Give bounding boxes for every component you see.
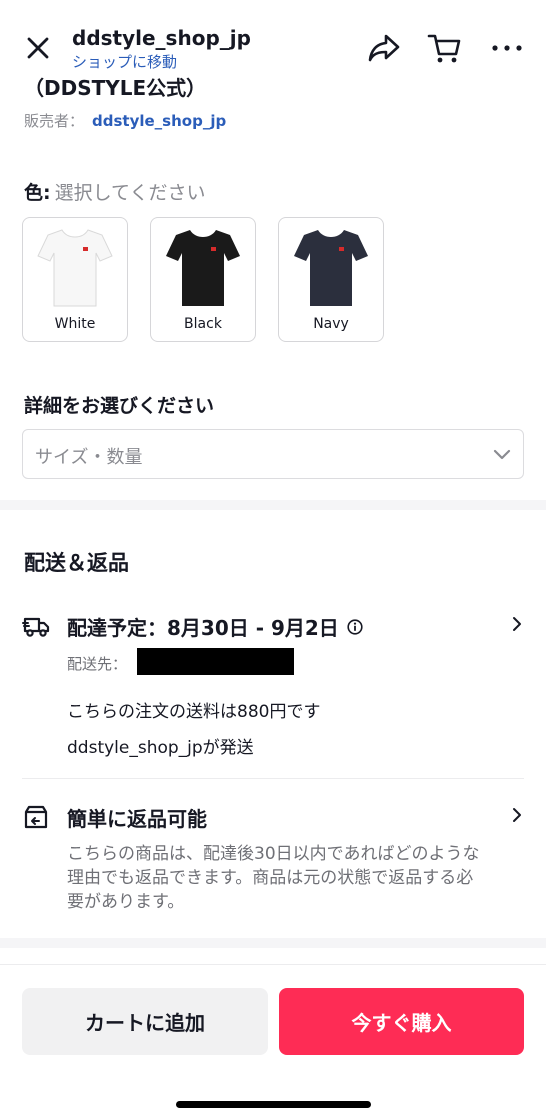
shipping-fee-text: こちらの注文の送料は880円です <box>67 702 321 722</box>
add-to-cart-button[interactable]: カートに追加 <box>22 988 268 1055</box>
cart-button[interactable] <box>427 30 463 66</box>
return-box-icon <box>24 805 48 829</box>
destination-redacted <box>137 648 294 675</box>
color-option-label: White <box>54 316 96 332</box>
color-selector-title: 色: 選択してください <box>24 178 205 205</box>
chevron-right-icon[interactable] <box>508 615 526 633</box>
header: ddstyle_shop_jp ショップに移動 （DDSTYLE公式） <box>0 0 546 100</box>
buy-now-button[interactable]: 今すぐ購入 <box>279 988 524 1055</box>
more-button[interactable] <box>490 30 526 66</box>
tshirt-image <box>166 230 240 306</box>
return-policy-text: こちらの商品は、配達後30日以内であればどのような理由でも返品できます。商品は元… <box>67 844 480 912</box>
row-divider <box>22 778 524 779</box>
color-label: 色: <box>24 182 51 204</box>
section-divider <box>0 500 546 510</box>
color-option-navy[interactable]: Navy <box>278 217 384 342</box>
home-indicator <box>176 1101 371 1108</box>
go-to-shop-link[interactable]: ショップに移動 <box>72 51 177 72</box>
color-option-label: Black <box>184 316 222 332</box>
size-quantity-select[interactable]: サイズ・数量 <box>22 429 524 479</box>
section-divider <box>0 938 546 948</box>
tshirt-image <box>294 230 368 306</box>
seller-link[interactable]: ddstyle_shop_jp <box>92 112 226 130</box>
chevron-down-icon <box>493 449 511 460</box>
color-option-white[interactable]: White <box>22 217 128 342</box>
cart-icon <box>427 34 461 63</box>
more-icon <box>492 45 522 51</box>
shop-name[interactable]: ddstyle_shop_jp <box>72 26 251 50</box>
close-button[interactable] <box>24 34 52 62</box>
color-prompt: 選択してください <box>54 182 206 204</box>
info-icon[interactable] <box>347 618 363 635</box>
seller-row: 販売者： ddstyle_shop_jp <box>24 110 226 131</box>
color-option-black[interactable]: Black <box>150 217 256 342</box>
easy-return-title[interactable]: 簡単に返品可能 <box>67 803 207 832</box>
share-button[interactable] <box>366 30 402 66</box>
share-icon <box>368 34 400 62</box>
seller-label: 販売者： <box>24 112 85 130</box>
details-title: 詳細をお選びください <box>24 395 215 417</box>
select-placeholder: サイズ・数量 <box>35 447 143 468</box>
shipping-section-title: 配送＆返品 <box>24 551 129 575</box>
delivery-truck-icon <box>22 617 50 637</box>
tshirt-image <box>37 229 113 307</box>
chevron-right-icon[interactable] <box>508 806 526 824</box>
shop-subtitle: （DDSTYLE公式） <box>24 76 207 100</box>
close-icon <box>27 37 49 59</box>
color-option-label: Navy <box>313 316 349 332</box>
shipper-text: ddstyle_shop_jpが発送 <box>67 738 254 758</box>
delivery-estimate[interactable]: 配達予定：8月30日 - 9月2日 <box>67 612 363 641</box>
destination-label: 配送先： <box>67 655 128 673</box>
delivery-estimate-text: 配達予定：8月30日 - 9月2日 <box>67 616 339 640</box>
